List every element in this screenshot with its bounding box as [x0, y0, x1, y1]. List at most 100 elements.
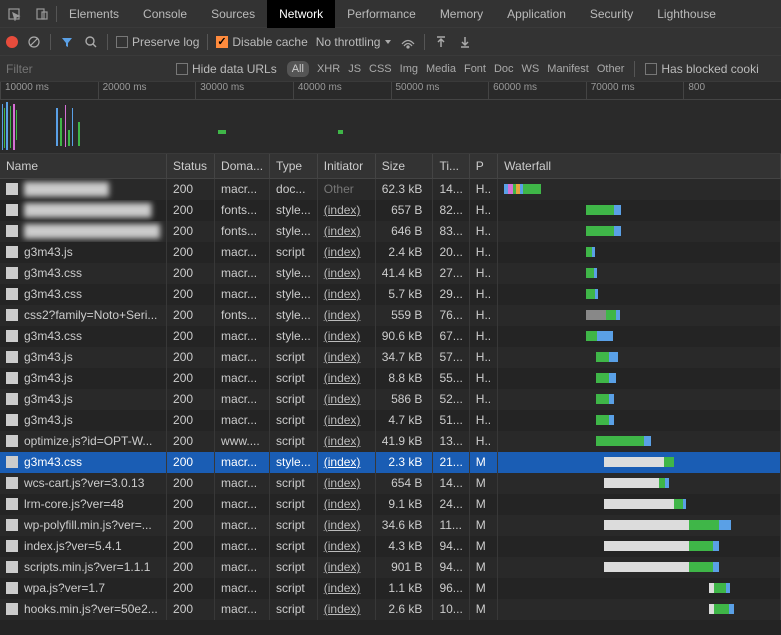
export-icon[interactable] [457, 34, 473, 50]
initiator-link[interactable]: (index) [324, 245, 361, 259]
throttling-select[interactable]: No throttling [316, 35, 393, 49]
clear-icon[interactable] [26, 34, 42, 50]
column-header[interactable]: Size [375, 154, 433, 179]
waterfall-cell [498, 284, 781, 305]
search-icon[interactable] [83, 34, 99, 50]
initiator-link[interactable]: (index) [324, 350, 361, 364]
tab-sources[interactable]: Sources [199, 0, 267, 28]
initiator-link[interactable]: (index) [324, 287, 361, 301]
table-row[interactable]: wp-polyfill.min.js?ver=...200macr...scri… [0, 515, 781, 536]
tab-elements[interactable]: Elements [57, 0, 131, 28]
tab-memory[interactable]: Memory [428, 0, 495, 28]
ruler-tick: 50000 ms [391, 82, 489, 99]
inspect-icon[interactable] [0, 0, 28, 28]
network-conditions-icon[interactable] [400, 34, 416, 50]
initiator-link[interactable]: (index) [324, 560, 361, 574]
filter-type-ws[interactable]: WS [522, 63, 540, 75]
filter-type-xhr[interactable]: XHR [317, 63, 340, 75]
filter-type-all[interactable]: All [287, 61, 309, 77]
request-name: ██████████ [24, 182, 109, 196]
tab-console[interactable]: Console [131, 0, 199, 28]
waterfall-cell [498, 326, 781, 347]
tab-application[interactable]: Application [495, 0, 578, 28]
filter-icon[interactable] [59, 34, 75, 50]
filter-type-manifest[interactable]: Manifest [547, 63, 589, 75]
table-row[interactable]: g3m43.js200macr...script(index)8.8 kB55.… [0, 368, 781, 389]
initiator-link[interactable]: (index) [324, 203, 361, 217]
table-row[interactable]: g3m43.js200macr...script(index)2.4 kB20.… [0, 242, 781, 263]
initiator-link[interactable]: (index) [324, 392, 361, 406]
table-row[interactable]: index.js?ver=5.4.1200macr...script(index… [0, 536, 781, 557]
initiator-link[interactable]: (index) [324, 602, 361, 616]
initiator-link[interactable]: (index) [324, 308, 361, 322]
table-row[interactable]: lrm-core.js?ver=48200macr...script(index… [0, 494, 781, 515]
table-row[interactable]: wpa.js?ver=1.7200macr...script(index)1.1… [0, 578, 781, 599]
cell-status: 200 [167, 515, 215, 536]
table-row[interactable]: ██████████200macr...doc...Other62.3 kB14… [0, 179, 781, 200]
table-row[interactable]: g3m43.js200macr...script(index)34.7 kB57… [0, 347, 781, 368]
cell-time: 10... [433, 599, 469, 620]
initiator-link[interactable]: (index) [324, 224, 361, 238]
filter-input[interactable] [6, 62, 166, 76]
column-header[interactable]: Waterfall [498, 154, 781, 179]
preserve-log-checkbox[interactable]: Preserve log [116, 35, 199, 49]
file-icon [6, 246, 18, 258]
table-row[interactable]: hooks.min.js?ver=50e2...200macr...script… [0, 599, 781, 620]
request-name: g3m43.css [24, 455, 82, 469]
filter-type-css[interactable]: CSS [369, 63, 392, 75]
table-row[interactable]: g3m43.css200macr...style...(index)2.3 kB… [0, 452, 781, 473]
filter-type-other[interactable]: Other [597, 63, 625, 75]
record-button[interactable] [6, 36, 18, 48]
initiator-link[interactable]: (index) [324, 371, 361, 385]
cell-size: 654 B [375, 473, 433, 494]
table-row[interactable]: g3m43.css200macr...style...(index)90.6 k… [0, 326, 781, 347]
column-header[interactable]: Ti... [433, 154, 469, 179]
has-blocked-cookies-checkbox[interactable]: Has blocked cooki [645, 62, 758, 76]
device-mode-icon[interactable] [28, 0, 56, 28]
waterfall-cell [498, 305, 781, 326]
initiator-link[interactable]: (index) [324, 476, 361, 490]
column-header[interactable]: Initiator [317, 154, 375, 179]
filter-type-img[interactable]: Img [400, 63, 418, 75]
table-row[interactable]: css2?family=Noto+Seri...200fonts...style… [0, 305, 781, 326]
cell-domain: macr... [215, 179, 270, 200]
tab-lighthouse[interactable]: Lighthouse [645, 0, 728, 28]
timeline-overview[interactable]: 10000 ms20000 ms30000 ms40000 ms50000 ms… [0, 82, 781, 154]
filter-type-font[interactable]: Font [464, 63, 486, 75]
column-header[interactable]: P [469, 154, 497, 179]
table-row[interactable]: g3m43.css200macr...style...(index)5.7 kB… [0, 284, 781, 305]
tab-performance[interactable]: Performance [335, 0, 428, 28]
waterfall-cell [498, 242, 781, 263]
table-row[interactable]: g3m43.js200macr...script(index)4.7 kB51.… [0, 410, 781, 431]
table-row[interactable]: g3m43.js200macr...script(index)586 B52..… [0, 389, 781, 410]
table-row[interactable]: scripts.min.js?ver=1.1.1200macr...script… [0, 557, 781, 578]
initiator-link[interactable]: (index) [324, 413, 361, 427]
initiator-link[interactable]: (index) [324, 581, 361, 595]
filter-type-media[interactable]: Media [426, 63, 456, 75]
table-row[interactable]: optimize.js?id=OPT-W...200www....script(… [0, 431, 781, 452]
filter-type-js[interactable]: JS [348, 63, 361, 75]
column-header[interactable]: Type [270, 154, 318, 179]
filter-type-doc[interactable]: Doc [494, 63, 514, 75]
initiator-link[interactable]: (index) [324, 497, 361, 511]
initiator-link[interactable]: (index) [324, 266, 361, 280]
column-header[interactable]: Status [167, 154, 215, 179]
hide-data-urls-checkbox[interactable]: Hide data URLs [176, 62, 277, 76]
table-row[interactable]: g3m43.css200macr...style...(index)41.4 k… [0, 263, 781, 284]
table-row[interactable]: ███████████████200fonts...style...(index… [0, 200, 781, 221]
disable-cache-checkbox[interactable]: Disable cache [216, 35, 307, 49]
initiator-link[interactable]: (index) [324, 329, 361, 343]
table-row[interactable]: wcs-cart.js?ver=3.0.13200macr...script(i… [0, 473, 781, 494]
import-icon[interactable] [433, 34, 449, 50]
cell-domain: macr... [215, 557, 270, 578]
table-row[interactable]: ████████████████200fonts...style...(inde… [0, 221, 781, 242]
tab-security[interactable]: Security [578, 0, 645, 28]
column-header[interactable]: Doma... [215, 154, 270, 179]
tab-network[interactable]: Network [267, 0, 335, 28]
initiator-link[interactable]: (index) [324, 455, 361, 469]
cell-type: style... [270, 452, 318, 473]
initiator-link[interactable]: (index) [324, 518, 361, 532]
initiator-link[interactable]: (index) [324, 434, 361, 448]
initiator-link[interactable]: (index) [324, 539, 361, 553]
column-header[interactable]: Name [0, 154, 167, 179]
